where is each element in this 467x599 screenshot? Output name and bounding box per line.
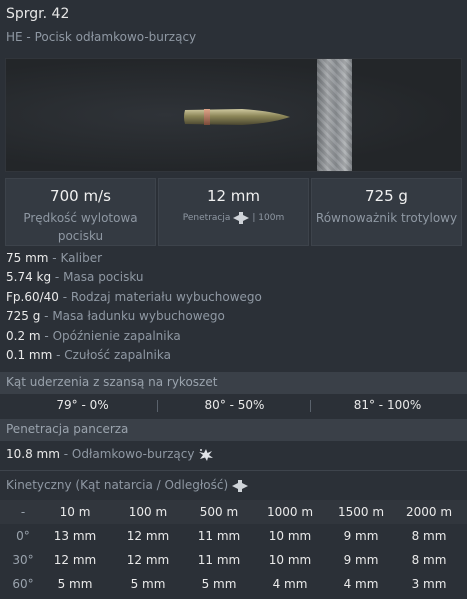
property-row: 75 mm - Kaliber — [6, 251, 103, 265]
property-row: 0.1 mm - Czułość zapalnika — [6, 347, 171, 362]
ricochet-value: 80° - 50% — [204, 398, 265, 412]
table-row: 0° 13 mm 12 mm 11 mm 10 mm 9 mm 8 mm — [0, 524, 467, 548]
property-row: 0.2 m - Opóźnienie zapalnika — [6, 328, 181, 343]
velocity-stat: 700 m/s Prędkość wylotowa pocisku — [5, 178, 156, 246]
penetration-stat: 12 mm Penetracja | 100m — [158, 178, 309, 246]
ammo-properties: 75 mm - Kaliber 5.74 kg - Masa pocisku F… — [6, 251, 262, 367]
table-cell: 10 mm — [268, 529, 312, 543]
table-row: 30° 12 mm 12 mm 11 mm 10 mm 9 mm 8 mm — [0, 548, 467, 572]
column-header: 10 m — [59, 505, 91, 519]
ricochet-section-header: Kąt uderzenia z szansą na rykoszet — [0, 372, 467, 394]
column-header: 1500 m — [337, 505, 385, 519]
column-header: 100 m — [128, 505, 168, 519]
shell-preview — [5, 58, 462, 172]
table-cell: 11 mm — [197, 553, 241, 567]
table-cell: 9 mm — [343, 529, 379, 543]
table-cell: 11 mm — [197, 529, 241, 543]
table-cell: 10 mm — [268, 553, 312, 567]
column-header: 1000 m — [266, 505, 314, 519]
velocity-label: Prędkość wylotowa pocisku — [23, 211, 138, 243]
table-cell: 12 mm — [126, 529, 170, 543]
table-cell: 4 mm — [272, 577, 308, 591]
column-header: 2000 m — [405, 505, 453, 519]
table-cell: 12 mm — [126, 553, 170, 567]
he-penetration-row: 10.8 mm - Odłamkowo-burzący — [6, 447, 214, 462]
ricochet-values: 79° - 0% 80° - 50% 81° - 100% — [0, 396, 467, 416]
table-cell: 3 mm — [411, 577, 447, 591]
row-angle: 0° — [16, 529, 30, 543]
property-row: Fp.60/40 - Rodzaj materiału wybuchowego — [6, 289, 262, 304]
penetration-value: 12 mm — [206, 187, 261, 205]
tnt-stat: 725 g Równoważnik trotylowy — [311, 178, 462, 246]
row-angle: 30° — [12, 553, 34, 567]
ammo-subtitle: HE - Pocisk odłamkowo-burzący — [6, 30, 197, 44]
tnt-label: Równoważnik trotylowy — [315, 211, 458, 225]
penetration-sub: Penetracja | 100m — [159, 212, 308, 224]
ricochet-value: 79° - 0% — [56, 398, 109, 412]
header: Sprgr. 42 HE - Pocisk odłamkowo-burzący — [0, 0, 467, 52]
ricochet-value: 81° - 100% — [353, 398, 422, 412]
armor-pen-section-header: Penetracja pancerza — [0, 419, 467, 441]
row-angle: 60° — [12, 577, 34, 591]
table-cell: 13 mm — [53, 529, 97, 543]
table-cell: 4 mm — [343, 577, 379, 591]
table-cell: 5 mm — [130, 577, 166, 591]
ricochet-title: Kąt uderzenia z szansą na rykoszet — [6, 375, 218, 389]
table-row: 60° 5 mm 5 mm 5 mm 4 mm 4 mm 3 mm — [0, 572, 467, 596]
kinetic-title: Kinetyczny (Kąt natarcia / Odległość) — [6, 478, 229, 492]
explosion-icon — [199, 448, 214, 461]
armor-plate-image — [317, 59, 352, 171]
kinetic-header-row: - 10 m 100 m 500 m 1000 m 1500 m 2000 m — [0, 500, 467, 524]
property-row: 5.74 kg - Masa pocisku — [6, 270, 144, 285]
column-header: 500 m — [199, 505, 239, 519]
property-row: 725 g - Masa ładunku wybuchowego — [6, 309, 225, 324]
penetration-label: Penetracja — [182, 213, 231, 223]
penetration-icon — [233, 212, 250, 224]
table-cell: 8 mm — [411, 529, 447, 543]
column-header: - — [20, 505, 26, 519]
table-cell: 8 mm — [411, 553, 447, 567]
ammo-title: Sprgr. 42 — [6, 6, 70, 22]
table-cell: 9 mm — [343, 553, 379, 567]
kinetic-table: - 10 m 100 m 500 m 1000 m 1500 m 2000 m … — [0, 500, 467, 596]
table-cell: 5 mm — [57, 577, 93, 591]
penetration-icon — [232, 479, 248, 492]
kinetic-title-row: Kinetyczny (Kąt natarcia / Odległość) — [6, 478, 248, 492]
table-cell: 5 mm — [201, 577, 237, 591]
armor-pen-title: Penetracja pancerza — [6, 422, 129, 436]
velocity-value: 700 m/s — [50, 187, 111, 205]
penetration-range: | 100m — [252, 213, 285, 223]
shell-image — [184, 109, 290, 125]
tnt-value: 725 g — [365, 187, 408, 205]
table-cell: 12 mm — [53, 553, 97, 567]
